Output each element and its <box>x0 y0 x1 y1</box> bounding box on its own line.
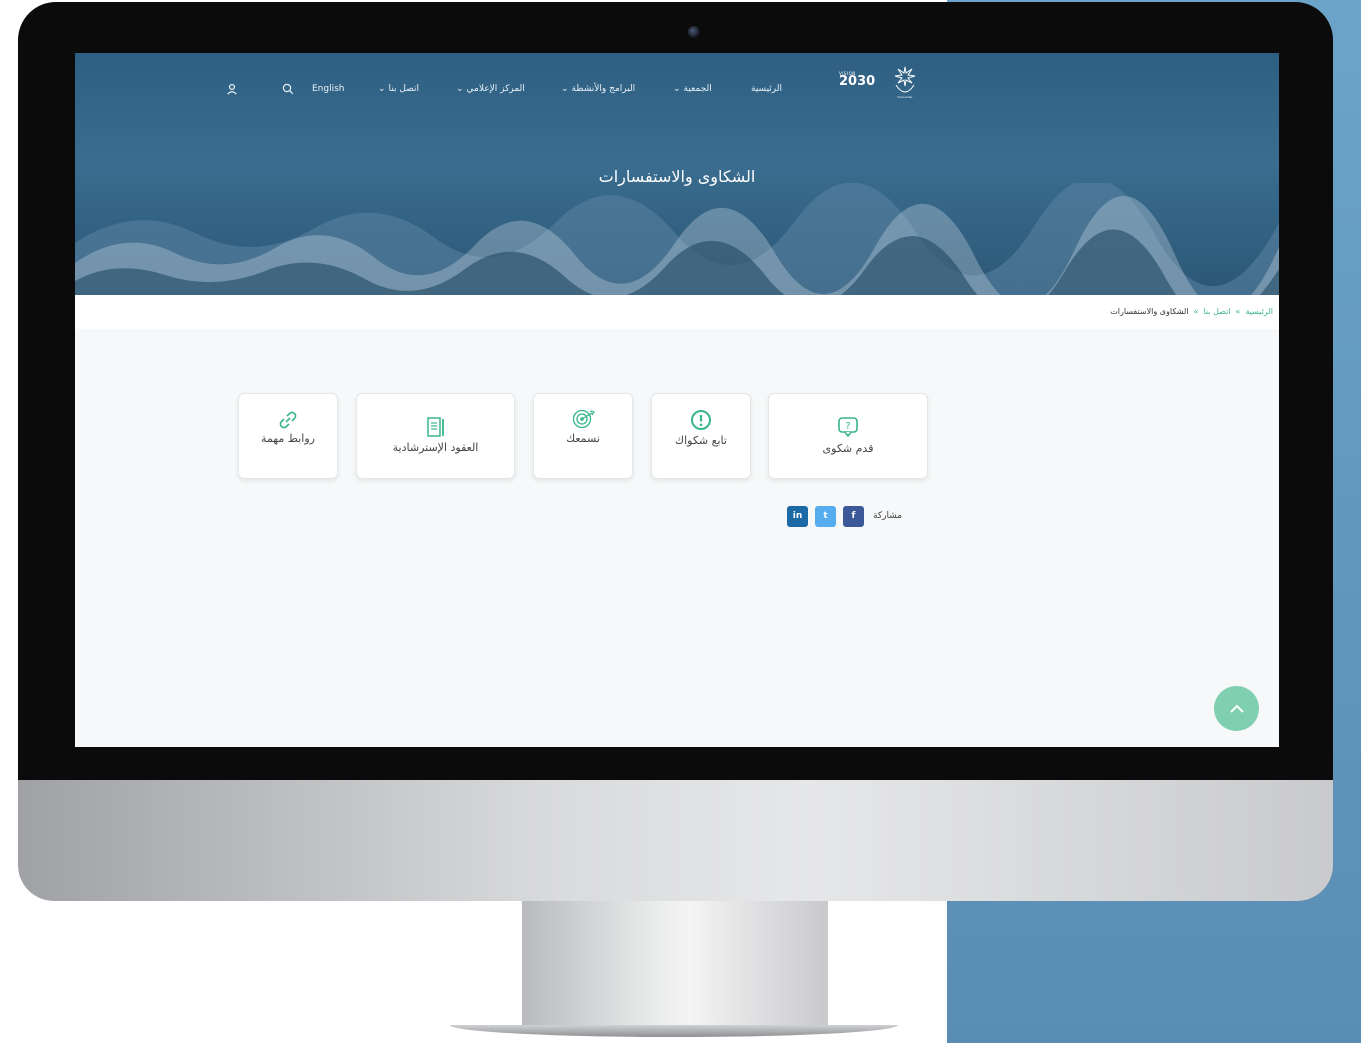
nav-media-center[interactable]: ⌄ المركز الإعلامي <box>456 81 525 97</box>
camera <box>688 26 700 38</box>
page-title: الشكاوى والاستفسارات <box>598 167 756 186</box>
user-button[interactable] <box>226 81 238 97</box>
facebook-share-button[interactable]: f <box>843 505 864 527</box>
monitor-chin <box>18 780 1333 901</box>
facebook-icon: f <box>851 511 856 521</box>
scroll-to-top-button[interactable] <box>1214 686 1259 731</box>
question-bubble-icon: ? <box>838 417 858 438</box>
browser-screen: Consumer VISION 2030 الرئيسية ⌄ الجمعية ⌄… <box>75 53 1279 747</box>
card-label: العقود الإسترشادية <box>392 441 479 454</box>
vision-2030-logo: VISION 2030 <box>839 71 879 91</box>
linkedin-share-button[interactable]: in <box>787 505 808 527</box>
track-complaint-card[interactable]: تابع شكواك <box>651 393 751 479</box>
link-icon <box>279 411 297 429</box>
breadcrumb-bar: الرئيسية » اتصل بنا » الشكاوى والاستفسارات <box>75 295 1279 329</box>
vision-number: 2030 <box>839 74 876 89</box>
nav-media-label: المركز الإعلامي <box>466 84 525 94</box>
search-button[interactable] <box>282 81 294 97</box>
chevron-down-icon: ⌄ <box>378 84 386 94</box>
twitter-icon: t <box>823 511 828 521</box>
target-icon <box>572 409 595 429</box>
nav-home[interactable]: الرئيسية <box>751 81 782 97</box>
important-links-card[interactable]: روابط مهمة <box>238 393 338 479</box>
chevron-up-icon <box>1229 704 1244 713</box>
card-label: قدم شكوى <box>822 442 874 455</box>
nav-contact-label: اتصل بنا <box>388 84 419 94</box>
search-icon <box>282 83 294 95</box>
breadcrumb-contact[interactable]: اتصل بنا <box>1203 307 1230 316</box>
nav-association-label: الجمعية <box>683 84 712 94</box>
card-label: روابط مهمة <box>261 432 315 445</box>
organization-logo-icon: Consumer <box>894 66 916 99</box>
language-label: English <box>312 84 345 94</box>
share-bar: in t f مشاركة <box>787 505 902 527</box>
twitter-share-button[interactable]: t <box>815 505 836 527</box>
breadcrumb: الرئيسية » اتصل بنا » الشكاوى والاستفسارات <box>1110 307 1273 316</box>
document-icon <box>426 417 444 437</box>
nav-programs-label: البرامج والأنشطة <box>571 84 636 94</box>
hero-crowd-image <box>75 183 1279 295</box>
nav-association[interactable]: ⌄ الجمعية <box>673 81 712 97</box>
nav-contact[interactable]: ⌄ اتصل بنا <box>378 81 419 97</box>
breadcrumb-current: الشكاوى والاستفسارات <box>1110 307 1189 316</box>
hero-banner: Consumer VISION 2030 الرئيسية ⌄ الجمعية ⌄… <box>75 53 1279 295</box>
card-label: تابع شكواك <box>675 434 727 447</box>
monitor-stand-base <box>450 1025 898 1037</box>
nav-programs[interactable]: ⌄ البرامج والأنشطة <box>561 81 635 97</box>
monitor-stand <box>522 901 828 1025</box>
we-hear-you-card[interactable]: نسمعك <box>533 393 633 479</box>
alert-circle-icon <box>691 410 711 430</box>
share-label: مشاركة <box>873 511 903 521</box>
logo-org-name: Consumer <box>897 95 913 99</box>
nav-home-label: الرئيسية <box>751 84 782 94</box>
submit-complaint-card[interactable]: ? قدم شكوى <box>768 393 928 479</box>
card-label: نسمعك <box>566 432 600 445</box>
guidance-contracts-card[interactable]: العقود الإسترشادية <box>356 393 515 479</box>
svg-text:?: ? <box>845 421 850 432</box>
chevron-down-icon: ⌄ <box>673 84 681 94</box>
chevron-down-icon: ⌄ <box>456 84 464 94</box>
breadcrumb-separator: » <box>1193 307 1199 316</box>
linkedin-icon: in <box>792 511 803 521</box>
language-switch[interactable]: English <box>312 81 345 97</box>
breadcrumb-home[interactable]: الرئيسية <box>1245 307 1273 316</box>
breadcrumb-separator: » <box>1235 307 1241 316</box>
chevron-down-icon: ⌄ <box>561 84 569 94</box>
user-icon <box>227 83 237 95</box>
